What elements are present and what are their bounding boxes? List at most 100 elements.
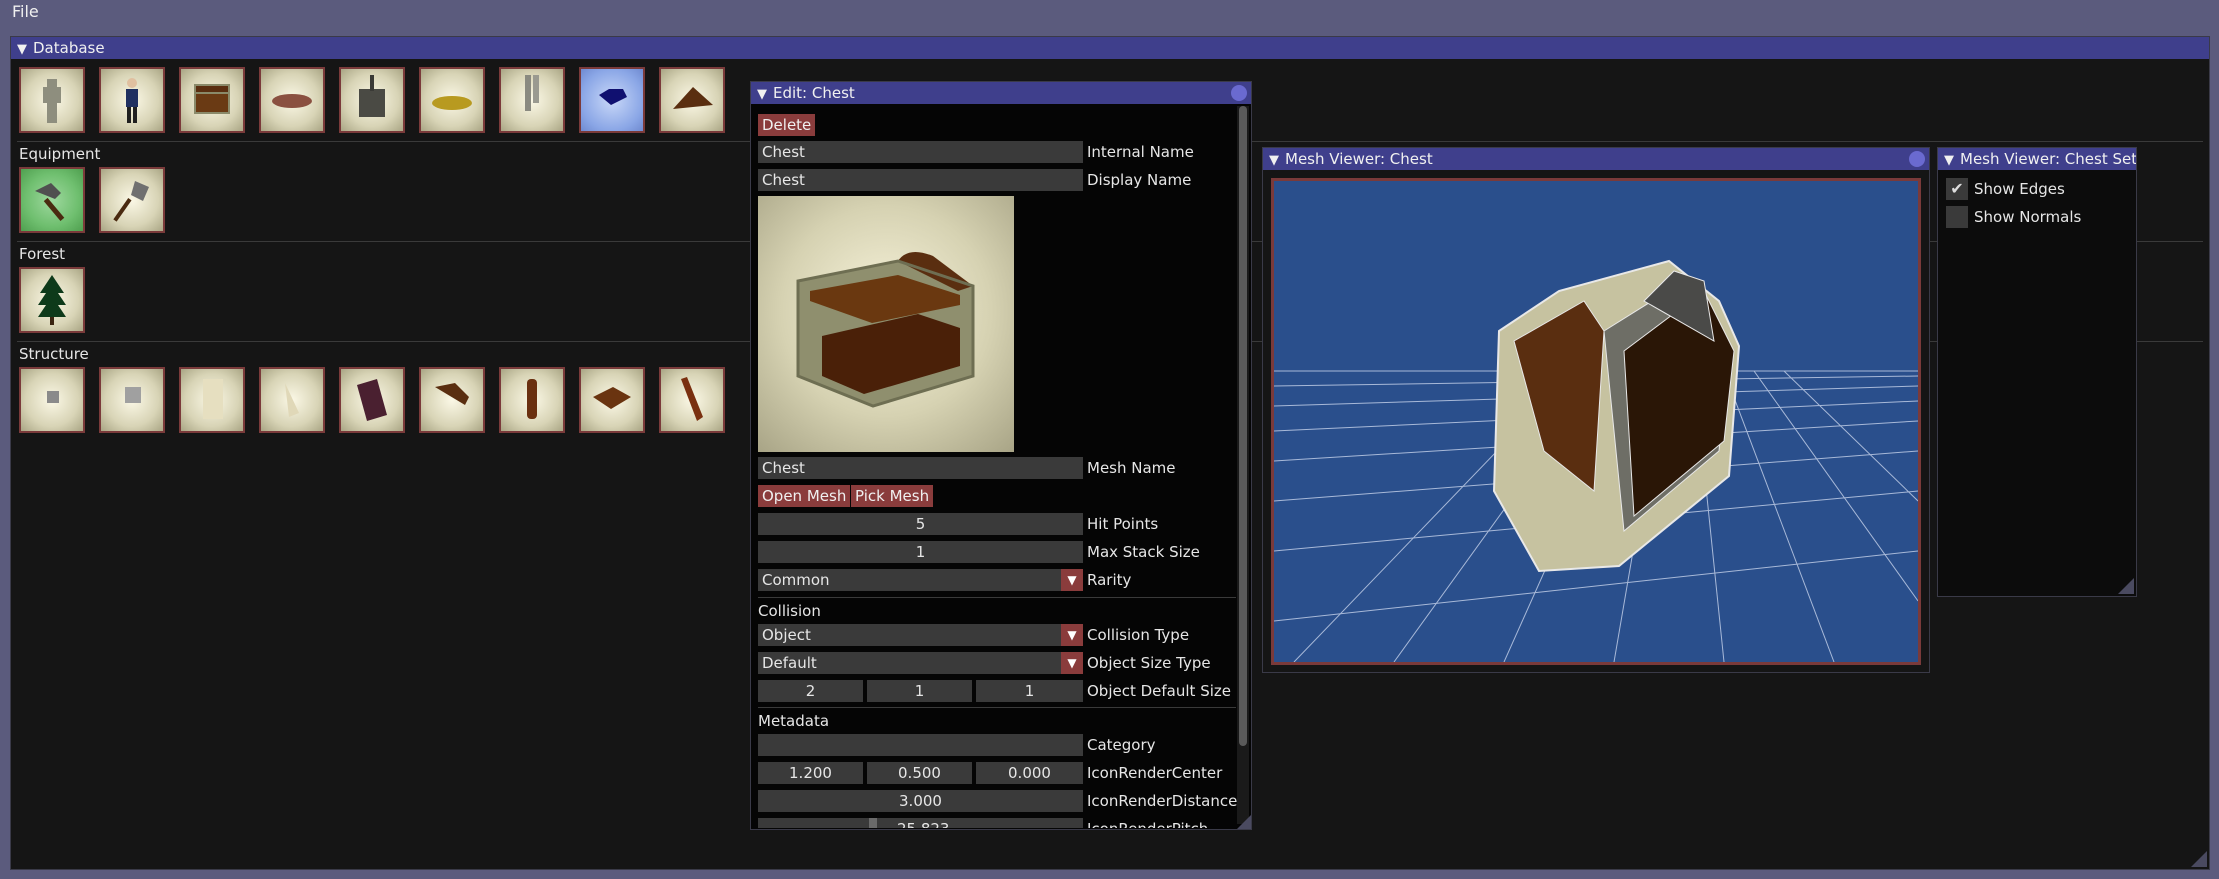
open-mesh-button[interactable]: Open Mesh (758, 485, 851, 507)
icon-center-z-input[interactable]: 0.000 (976, 762, 1083, 784)
item-thumb-tree[interactable] (19, 267, 85, 333)
object-size-x-input[interactable]: 2 (758, 680, 863, 702)
chest-preview-icon (796, 252, 975, 408)
mesh-name-input[interactable]: Chest (758, 457, 1083, 479)
mesh-viewport[interactable] (1271, 178, 1921, 665)
mesh-wireframe-icon (1274, 259, 1918, 662)
wedge-icon (673, 87, 713, 109)
plank-icon (435, 383, 469, 405)
mannequin-icon (43, 79, 61, 123)
chevron-down-icon[interactable]: ▼ (1061, 569, 1083, 591)
item-thumb-gem[interactable] (579, 67, 645, 133)
settings-window: ▼ Mesh Viewer: Chest Setti ✔ Show Edges S… (1937, 147, 2137, 597)
object-size-z-input[interactable]: 1 (976, 680, 1083, 702)
close-icon[interactable] (1909, 151, 1925, 167)
mesh-viewer-title: Mesh Viewer: Chest (1285, 150, 1433, 168)
shovel-icon (113, 181, 149, 222)
mesh-viewer-titlebar[interactable]: ▼ Mesh Viewer: Chest (1263, 148, 1929, 170)
item-thumb-table[interactable] (259, 67, 325, 133)
item-thumb-person[interactable] (99, 67, 165, 133)
pick-mesh-button[interactable]: Pick Mesh (851, 485, 934, 507)
item-thumb-bin[interactable] (339, 67, 405, 133)
section-label-forest: Forest (19, 245, 66, 263)
resize-grip[interactable] (2118, 578, 2134, 594)
chevron-down-icon[interactable]: ▼ (1061, 624, 1083, 646)
icon-pitch-slider[interactable]: -25.823 (758, 818, 1083, 828)
item-thumb-wedge[interactable] (659, 67, 725, 133)
collision-type-value: Object (762, 626, 811, 644)
resize-grip[interactable] (1237, 815, 1251, 829)
bin-icon (359, 75, 385, 117)
slider-grab[interactable] (869, 818, 877, 828)
display-name-input[interactable]: Chest (758, 169, 1083, 191)
collapse-icon[interactable]: ▼ (17, 39, 27, 61)
icon-distance-label: IconRenderDistance (1087, 792, 1238, 810)
icon-center-x-input[interactable]: 1.200 (758, 762, 863, 784)
menu-bar: File (0, 0, 2219, 24)
object-size-y-input[interactable]: 1 (867, 680, 972, 702)
internal-name-input[interactable]: Chest (758, 141, 1083, 163)
post-icon (527, 379, 537, 419)
max-stack-label: Max Stack Size (1087, 543, 1200, 561)
item-thumb-post[interactable] (499, 367, 565, 433)
show-normals-checkbox[interactable] (1946, 206, 1968, 228)
item-thumb-gold-disc[interactable] (419, 67, 485, 133)
section-label-structure: Structure (19, 345, 89, 363)
item-thumb-cube[interactable] (99, 367, 165, 433)
object-size-type-label: Object Size Type (1087, 654, 1211, 672)
max-stack-input[interactable]: 1 (758, 541, 1083, 563)
icon-distance-input[interactable]: 3.000 (758, 790, 1083, 812)
item-thumb-shovel[interactable] (99, 167, 165, 233)
show-normals-label: Show Normals (1974, 208, 2082, 226)
collision-type-select[interactable]: Object ▼ (758, 624, 1083, 646)
category-label: Category (1087, 736, 1156, 754)
hit-points-label: Hit Points (1087, 515, 1159, 533)
item-thumb-roof[interactable] (339, 367, 405, 433)
resize-grip[interactable] (2191, 851, 2207, 867)
icon-center-label: IconRenderCenter (1087, 764, 1223, 782)
icon-pitch-clip: -25.823 IconRenderPitch (751, 814, 1236, 828)
chest-icon (194, 84, 230, 114)
item-thumb-hammer[interactable] (19, 167, 85, 233)
item-thumb-beam[interactable] (659, 367, 725, 433)
floor-icon (593, 387, 631, 409)
object-size-type-select[interactable]: Default ▼ (758, 652, 1083, 674)
edit-titlebar[interactable]: ▼ Edit: Chest (751, 82, 1251, 104)
section-label-equipment: Equipment (19, 145, 101, 163)
object-size-type-value: Default (762, 654, 817, 672)
roof-icon (357, 379, 387, 421)
item-thumb-plank[interactable] (419, 367, 485, 433)
display-name-label: Display Name (1087, 171, 1192, 189)
menu-file[interactable]: File (12, 2, 39, 21)
beam-icon (681, 377, 703, 421)
scrollbar[interactable] (1237, 106, 1249, 824)
chevron-down-icon[interactable]: ▼ (1061, 652, 1083, 674)
settings-title: Mesh Viewer: Chest Setti (1960, 150, 2136, 168)
scrollbar-thumb[interactable] (1239, 106, 1247, 746)
collapse-icon[interactable]: ▼ (1944, 150, 1954, 170)
icon-pitch-label: IconRenderPitch (1087, 818, 1208, 828)
edit-window: ▼ Edit: Chest Delete Chest Internal Name … (750, 81, 1252, 830)
database-titlebar[interactable]: ▼ Database (11, 37, 2209, 59)
hit-points-input[interactable]: 5 (758, 513, 1083, 535)
item-thumb-chest[interactable] (179, 67, 245, 133)
item-thumb-mannequin[interactable] (19, 67, 85, 133)
settings-titlebar[interactable]: ▼ Mesh Viewer: Chest Setti (1938, 148, 2136, 170)
item-thumb-panel[interactable] (259, 367, 325, 433)
collapse-icon[interactable]: ▼ (1269, 150, 1279, 172)
delete-button[interactable]: Delete (758, 114, 816, 136)
separator (758, 707, 1236, 708)
category-input[interactable] (758, 734, 1083, 756)
icon-center-y-input[interactable]: 0.500 (867, 762, 972, 784)
show-edges-checkbox[interactable]: ✔ (1946, 178, 1968, 200)
item-thumb-small-cube[interactable] (19, 367, 85, 433)
small-cube-icon (47, 391, 59, 403)
item-thumb-legs[interactable] (499, 67, 565, 133)
gold-disc-icon (432, 96, 472, 110)
item-thumb-floor[interactable] (579, 367, 645, 433)
person-icon (126, 78, 138, 123)
rarity-select[interactable]: Common ▼ (758, 569, 1083, 591)
collapse-icon[interactable]: ▼ (757, 84, 767, 106)
close-icon[interactable] (1231, 85, 1247, 101)
item-thumb-block[interactable] (179, 367, 245, 433)
